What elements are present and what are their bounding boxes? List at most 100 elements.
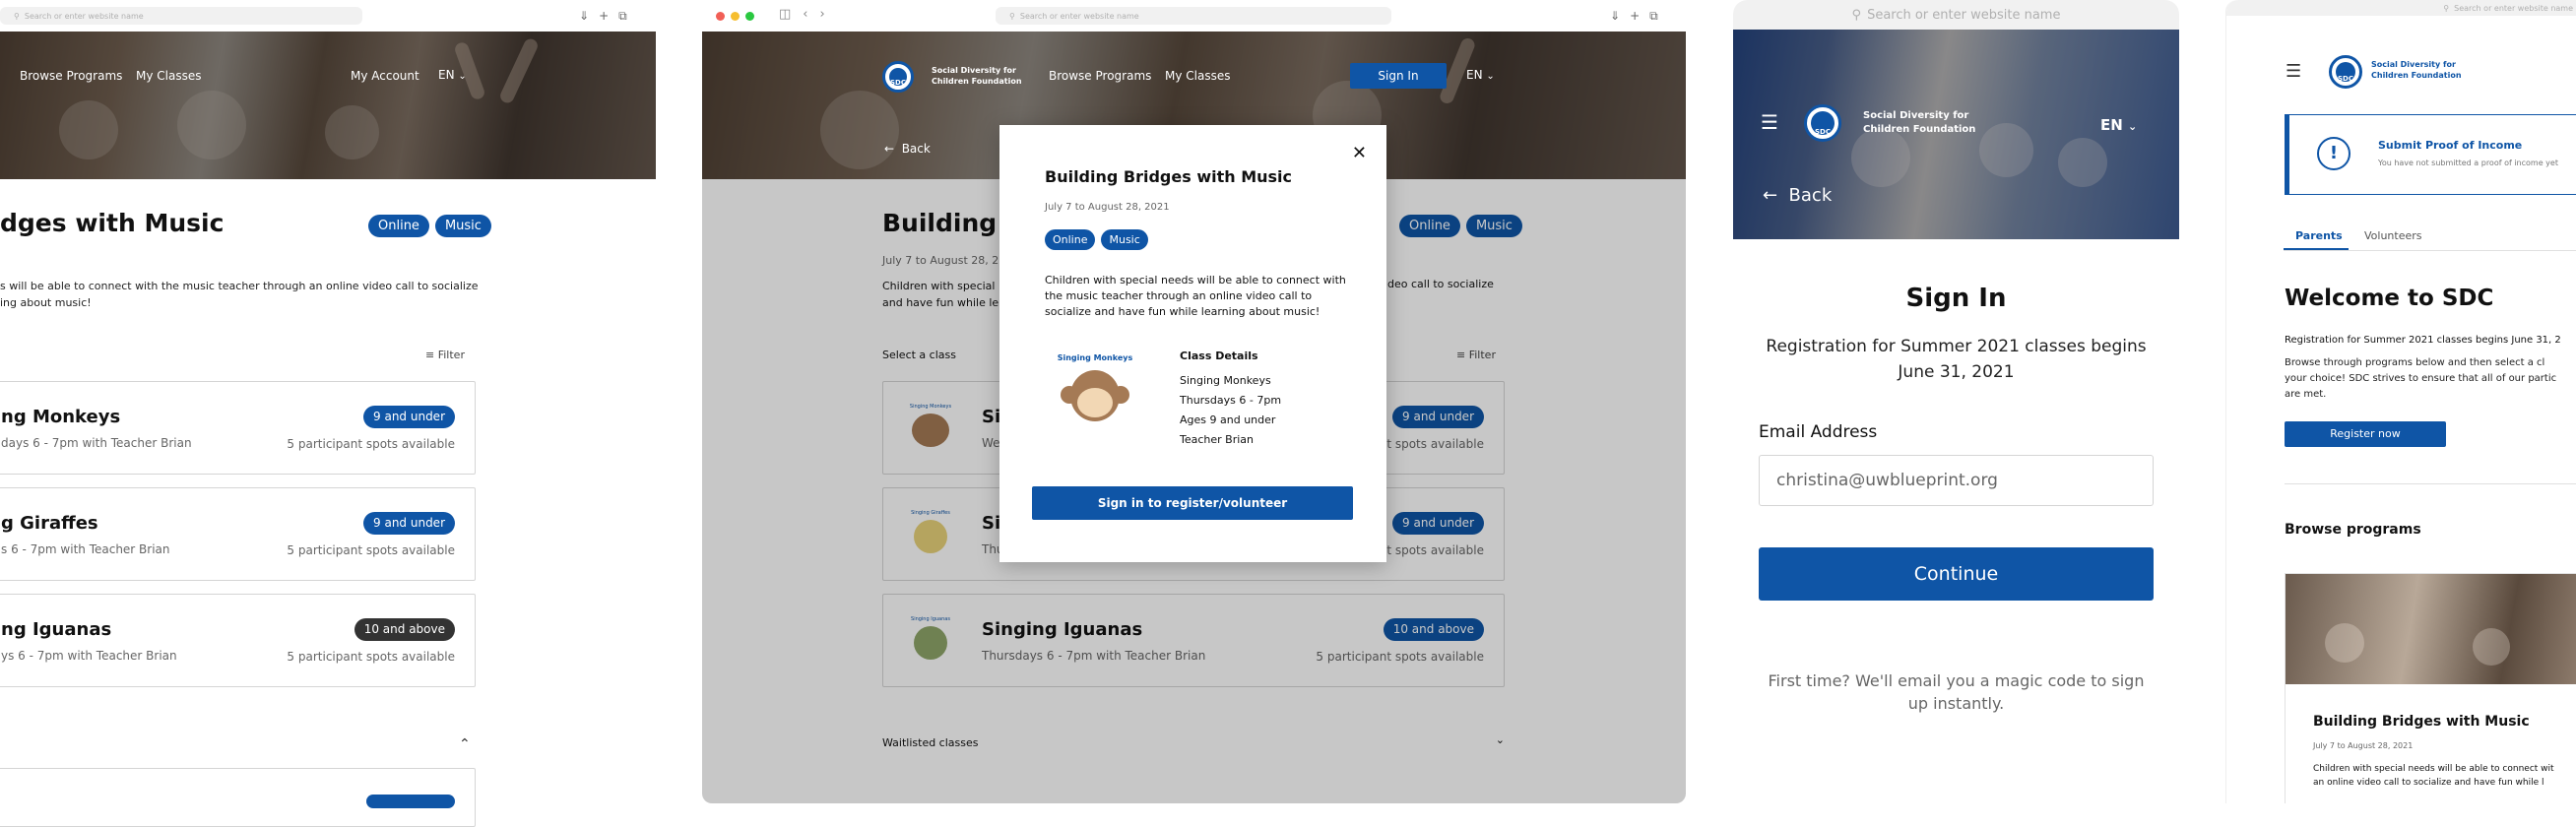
chevron-down-icon: ⌄ [1486,71,1495,82]
detail-class-name: Singing Monkeys [1180,374,1271,387]
download-icon[interactable]: ⇓ [579,9,599,23]
continue-button[interactable]: Continue [1759,547,2154,601]
back-arrow-icon[interactable]: ‹ [803,7,819,22]
age-badge [366,795,455,808]
language-select[interactable]: EN ⌄ [1466,68,1495,82]
register-now-button[interactable]: Register now [2285,421,2446,447]
new-tab-icon[interactable]: + [1630,9,1649,23]
chevron-up-icon[interactable]: ⌃ [459,736,471,752]
tabs-icon[interactable]: ⧉ [1649,9,1668,23]
email-field[interactable]: christina@uwblueprint.org [1759,455,2154,506]
class-time: days 6 - 7pm with Teacher Brian [1,436,192,450]
modal-dates: July 7 to August 28, 2021 [1045,202,1170,213]
chevron-down-icon: ⌄ [458,71,467,82]
class-name: ng Monkeys [1,407,121,427]
nav-my-classes[interactable]: My Classes [1165,69,1230,83]
class-card[interactable]: ng Monkeys days 6 - 7pm with Teacher Bri… [0,381,476,475]
age-badge: 9 and under [363,512,455,535]
browse-intro: Browse through programs below and then s… [2285,357,2557,400]
detail-teacher: Teacher Brian [1180,433,1255,446]
address-bar[interactable]: ⚲ Search or enter website name [0,7,362,25]
download-icon[interactable]: ⇓ [1610,9,1630,23]
address-bar[interactable]: ⚲ Search or enter website name [2226,0,2576,16]
class-card[interactable]: ng Iguanas ys 6 - 7pm with Teacher Brian… [0,594,476,687]
hero-banner: ☰ SDC Social Diversity for Children Foun… [1733,30,2179,239]
email-label: Email Address [1759,422,1878,442]
sign-in-register-button[interactable]: Sign in to register/volunteer [1032,486,1353,520]
class-card[interactable]: g Giraffes s 6 - 7pm with Teacher Brian … [0,487,476,581]
class-time: s 6 - 7pm with Teacher Brian [1,542,170,556]
nav-my-classes[interactable]: My Classes [136,69,201,83]
forward-arrow-icon[interactable]: › [820,7,837,22]
class-time: ys 6 - 7pm with Teacher Brian [1,649,177,663]
filter-label: Filter [437,349,465,361]
chevron-down-icon: ⌄ [2128,120,2138,133]
info-icon: ! [2317,137,2351,170]
sign-in-button[interactable]: Sign In [1350,63,1447,89]
sidebar-icon[interactable]: ◫ [779,7,803,22]
panel-program-modal: ◫‹› ⚲ Search or enter website name ⇓+⧉ S… [702,0,1686,803]
browser-controls: ⇓+⧉ [579,9,637,24]
back-link[interactable]: ← Back [1763,185,1832,206]
arrow-left-icon: ← [1763,185,1778,206]
magic-code-note: First time? We'll email you a magic code… [1768,671,2145,713]
alert-title: Submit Proof of Income [2378,139,2523,152]
zoom-window-icon[interactable] [745,12,754,21]
tag-online: Online [368,215,429,237]
tab-volunteers[interactable]: Volunteers [2364,229,2422,242]
tag-music: Music [1101,229,1148,250]
search-icon: ⚲ [1009,11,1015,21]
class-name: ng Iguanas [1,619,112,640]
panel-sign-in-mobile: ⚲ Search or enter website name ☰ SDC Soc… [1733,0,2179,803]
menu-icon[interactable]: ☰ [2286,61,2301,82]
close-icon[interactable]: ✕ [1352,145,1367,162]
new-tab-icon[interactable]: + [599,9,618,23]
spots-available: 5 participant spots available [287,650,455,664]
email-value: christina@uwblueprint.org [1776,471,1998,490]
filter-button[interactable]: ≡ Filter [425,349,465,361]
tabs-icon[interactable]: ⧉ [618,9,637,23]
sdc-logo[interactable]: SDC [882,61,914,93]
address-bar[interactable]: ⚲ Search or enter website name [1733,0,2179,30]
language-label: EN [438,68,455,82]
sdc-logo[interactable]: SDC [1804,104,1841,142]
page-title: Sign In [1905,284,2007,313]
tag-list: Online Music [368,215,491,237]
nav-my-account[interactable]: My Account [351,69,419,83]
back-label: Back [901,142,931,156]
class-name: g Giraffes [1,513,98,534]
close-window-icon[interactable] [716,12,725,21]
class-details-list: Singing Monkeys Thursdays 6 - 7pm Ages 9… [1180,371,1281,450]
section-divider [2285,483,2576,484]
hero-banner: Browse Programs My Classes My Account EN… [0,32,656,179]
search-icon: ⚲ [1851,7,1862,23]
nav-browse-programs[interactable]: Browse Programs [1049,69,1151,83]
class-details-title: Class Details [1180,350,1258,362]
sdc-logo[interactable]: SDC [2329,55,2362,89]
language-select[interactable]: EN ⌄ [438,68,467,82]
back-link[interactable]: ← Back [884,142,931,156]
class-card[interactable] [0,768,476,827]
org-name: Social Diversity for Children Foundation [932,66,1022,86]
language-select[interactable]: EN ⌄ [2100,116,2137,134]
age-badge: 10 and above [354,618,455,641]
menu-icon[interactable]: ☰ [1761,110,1778,134]
address-placeholder: Search or enter website name [1019,11,1139,21]
proof-of-income-alert[interactable]: ! Submit Proof of Income You have not su… [2285,114,2576,195]
browser-nav: ◫‹› [779,7,837,22]
minimize-window-icon[interactable] [731,12,740,21]
search-icon: ⚲ [14,11,20,21]
registration-notice: Registration for Summer 2021 classes beg… [1766,337,2147,382]
nav-browse-programs[interactable]: Browse Programs [20,69,122,83]
alert-subtitle: You have not submitted a proof of income… [2378,159,2558,167]
registration-notice: Registration for Summer 2021 classes beg… [2285,335,2561,346]
address-bar[interactable]: ⚲ Search or enter website name [996,7,1391,25]
modal-description: Children with special needs will be able… [1045,274,1346,318]
tag-music: Music [434,215,491,237]
language-label: EN [1466,68,1483,82]
tab-parents[interactable]: Parents [2295,229,2343,242]
thumb-label: Singing Monkeys [1057,353,1133,362]
program-card[interactable]: Building Bridges with Music July 7 to Au… [2285,573,2576,803]
program-card-dates: July 7 to August 28, 2021 [2313,741,2414,750]
panel-welcome-mobile: ⚲ Search or enter website name ☰ SDC Soc… [2225,0,2576,803]
